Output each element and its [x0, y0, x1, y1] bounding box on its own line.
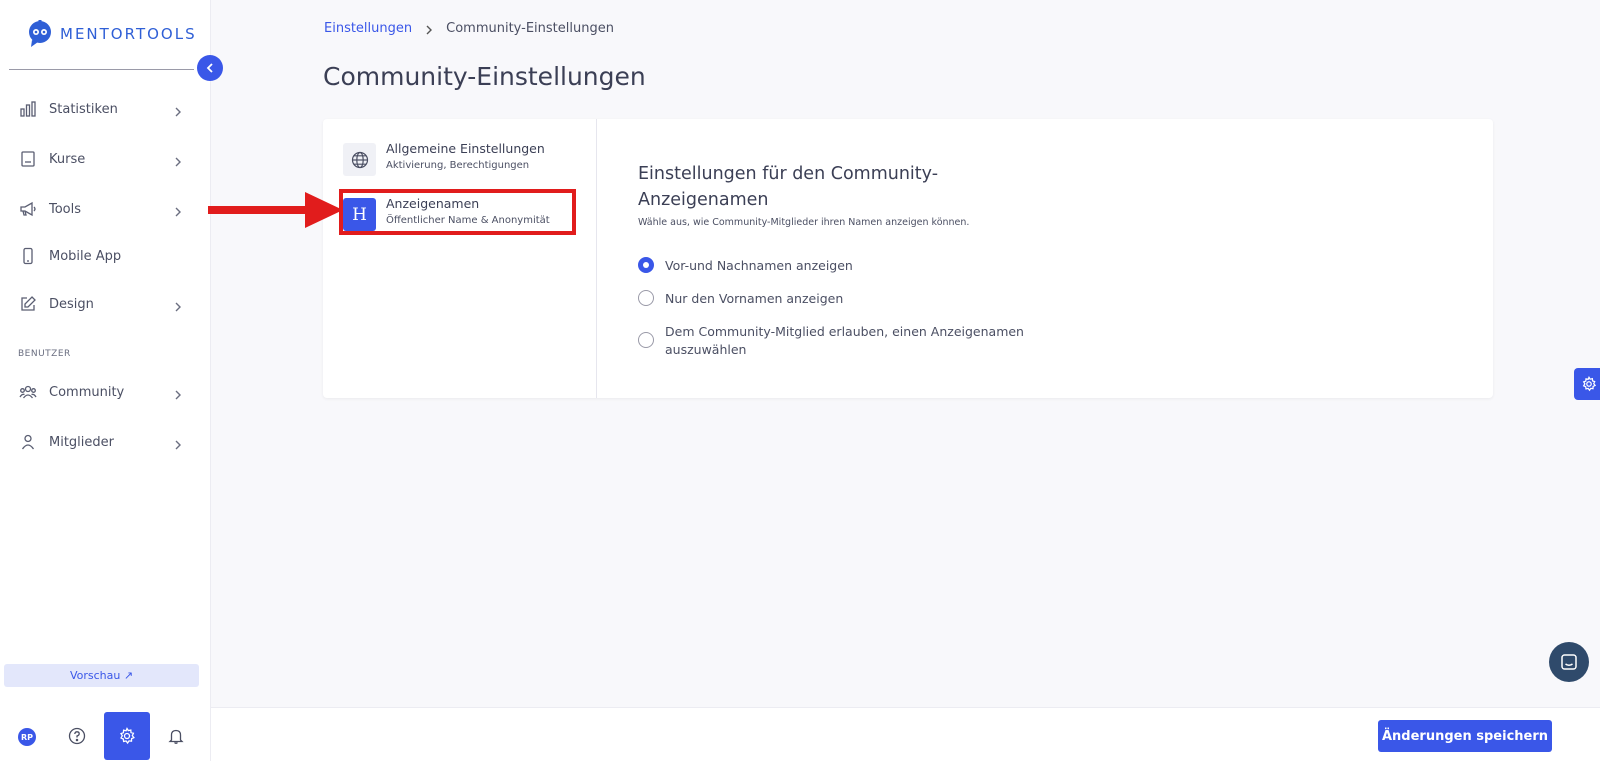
preview-button[interactable]: Vorschau ↗ [4, 664, 199, 687]
sidebar: MENTORTOOLS Statistiken Kurse Tools Mobi… [0, 0, 211, 761]
user-icon [19, 433, 37, 451]
sidebar-divider [9, 69, 194, 70]
radio-button[interactable] [638, 257, 654, 273]
radio-button[interactable] [638, 332, 654, 348]
breadcrumb: Einstellungen Community-Einstellungen [324, 21, 614, 36]
sidebar-item-tools[interactable]: Tools [0, 189, 211, 229]
radio-button[interactable] [638, 290, 654, 306]
sidebar-bottom-bar: RP [0, 712, 211, 761]
gear-icon [1582, 376, 1597, 392]
breadcrumb-link-einstellungen[interactable]: Einstellungen [324, 21, 412, 36]
edit-icon [19, 295, 37, 313]
logo-icon [29, 20, 51, 47]
collapse-sidebar-button[interactable] [197, 55, 223, 81]
radio-option-first-name[interactable]: Nur den Vornamen anzeigen [638, 290, 1025, 308]
radio-label: Nur den Vornamen anzeigen [665, 291, 844, 306]
sidebar-item-mitglieder[interactable]: Mitglieder [0, 422, 211, 462]
chevron-right-icon [424, 24, 434, 34]
chevron-right-icon [172, 103, 184, 117]
settings-button[interactable] [104, 712, 150, 760]
chat-icon [1561, 654, 1577, 670]
sidebar-item-design[interactable]: Design [0, 284, 211, 324]
annotation-highlight-box [339, 189, 576, 235]
sidebar-item-label: Community [49, 384, 125, 400]
page-title: Community-Einstellungen [323, 62, 646, 91]
users-icon [19, 383, 37, 401]
sidebar-item-label: Statistiken [49, 101, 118, 117]
section-label-benutzer: BENUTZER [18, 349, 71, 359]
panel-description: Wähle aus, wie Community-Mitglieder ihre… [638, 217, 970, 228]
settings-card: Allgemeine Einstellungen Aktivierung, Be… [323, 119, 1493, 398]
chevron-left-icon [206, 63, 213, 73]
mobile-icon [19, 247, 37, 265]
chevron-right-icon [172, 203, 184, 217]
radio-option-full-name[interactable]: Vor-und Nachnamen anzeigen [638, 257, 1025, 275]
panel-title: Einstellungen für den Community-Anzeigen… [638, 164, 939, 210]
bar-chart-icon [19, 100, 37, 118]
brand-logo[interactable]: MENTORTOOLS [26, 20, 197, 48]
chat-launcher-button[interactable] [1549, 642, 1589, 682]
sidebar-item-label: Kurse [49, 151, 86, 167]
sidebar-item-mobile-app[interactable]: Mobile App [0, 236, 211, 276]
settings-menu-title: Allgemeine Einstellungen [386, 141, 545, 156]
preview-label: Vorschau ↗ [69, 669, 134, 682]
chevron-right-icon [172, 386, 184, 400]
globe-icon [343, 143, 376, 176]
sidebar-item-label: Tools [49, 201, 82, 217]
sidebar-item-label: Design [49, 296, 94, 312]
sidebar-item-label: Mitglieder [49, 434, 114, 450]
settings-menu-item-allgemein[interactable]: Allgemeine Einstellungen Aktivierung, Be… [343, 139, 583, 179]
megaphone-icon [19, 200, 37, 218]
radio-label: Vor-und Nachnamen anzeigen [665, 258, 853, 273]
settings-menu: Allgemeine Einstellungen Aktivierung, Be… [323, 119, 597, 398]
radio-option-custom-name[interactable]: Dem Community-Mitglied erlauben, einen A… [638, 323, 1025, 359]
breadcrumb-current: Community-Einstellungen [446, 21, 614, 36]
book-icon [19, 150, 37, 168]
bell-icon[interactable] [167, 727, 185, 745]
brand-name: MENTORTOOLS [60, 25, 197, 43]
sidebar-item-community[interactable]: Community [0, 372, 211, 412]
help-icon[interactable] [68, 727, 86, 745]
chevron-right-icon [172, 153, 184, 167]
sidebar-item-kurse[interactable]: Kurse [0, 139, 211, 179]
sidebar-item-statistiken[interactable]: Statistiken [0, 89, 211, 129]
chevron-right-icon [172, 436, 184, 450]
save-changes-button[interactable]: Änderungen speichern [1378, 720, 1552, 752]
chevron-right-icon [172, 298, 184, 312]
display-name-panel: Einstellungen für den Community-Anzeigen… [638, 161, 1438, 357]
gear-icon [120, 727, 135, 745]
settings-menu-subtitle: Aktivierung, Berechtigungen [386, 160, 530, 171]
floating-settings-tab[interactable] [1574, 368, 1600, 400]
sidebar-item-label: Mobile App [49, 248, 122, 264]
annotation-arrow [208, 192, 343, 228]
radio-label: Dem Community-Mitglied erlauben, einen A… [665, 324, 1024, 357]
avatar[interactable]: RP [18, 728, 36, 746]
